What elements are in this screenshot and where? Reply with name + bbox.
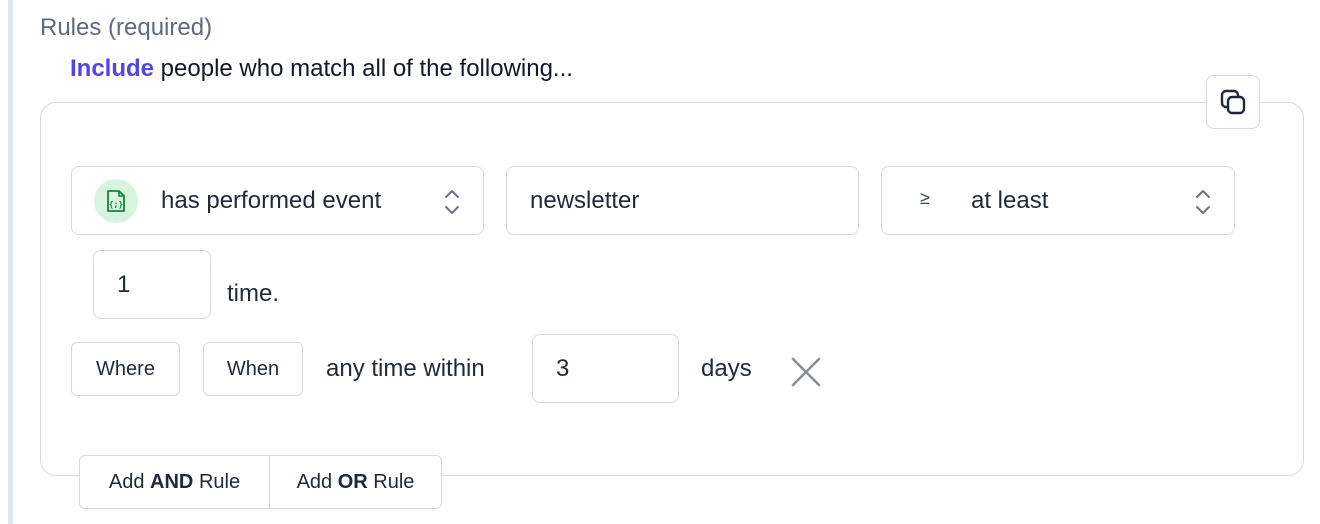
add-rule-button-group: Add AND Rule Add OR Rule [79, 455, 442, 509]
days-input[interactable]: 3 [532, 334, 679, 403]
event-count-value: 1 [117, 271, 131, 298]
include-description: Include people who match all of the foll… [70, 55, 573, 83]
days-suffix: days [701, 355, 752, 382]
include-keyword: Include [70, 55, 155, 82]
where-button[interactable]: Where [71, 342, 180, 396]
svg-text:{;}: {;} [109, 200, 124, 209]
event-count-input[interactable]: 1 [93, 250, 211, 319]
section-divider [8, 0, 13, 524]
close-icon[interactable] [788, 354, 824, 390]
operator-select[interactable]: ≥ at least [881, 166, 1235, 235]
operator-symbol: ≥ [920, 188, 930, 208]
duplicate-rule-button[interactable] [1206, 75, 1260, 129]
add-and-keyword: AND [150, 470, 194, 493]
add-or-prefix: Add [296, 470, 338, 493]
include-description-text: people who match all of the following... [154, 55, 573, 82]
chevron-up-down-icon [1196, 190, 1210, 214]
event-code-icon: {;} [107, 190, 125, 212]
when-button[interactable]: When [203, 342, 303, 396]
add-and-prefix: Add [108, 470, 151, 493]
event-name-value: newsletter [530, 187, 640, 214]
add-or-keyword: OR [337, 470, 368, 493]
copy-icon [1220, 89, 1246, 115]
operator-select-label: at least [971, 187, 1049, 214]
condition-select-label: has performed event [161, 187, 382, 214]
add-or-rule-button[interactable]: Add OR Rule [270, 456, 441, 508]
add-and-suffix: Rule [193, 470, 241, 493]
add-and-rule-button[interactable]: Add AND Rule [80, 456, 270, 508]
event-badge: {;} [94, 179, 138, 223]
section-title: Rules (required) [40, 14, 213, 41]
chevron-up-down-icon [445, 190, 459, 214]
days-value: 3 [556, 355, 570, 382]
rules-section: Rules (required) Include people who matc… [0, 0, 1320, 524]
time-phrase: any time within [326, 355, 485, 382]
condition-select[interactable]: {;} has performed event [71, 166, 484, 235]
event-name-input[interactable]: newsletter [506, 166, 859, 235]
add-or-suffix: Rule [367, 470, 415, 493]
count-suffix: time. [227, 280, 280, 307]
